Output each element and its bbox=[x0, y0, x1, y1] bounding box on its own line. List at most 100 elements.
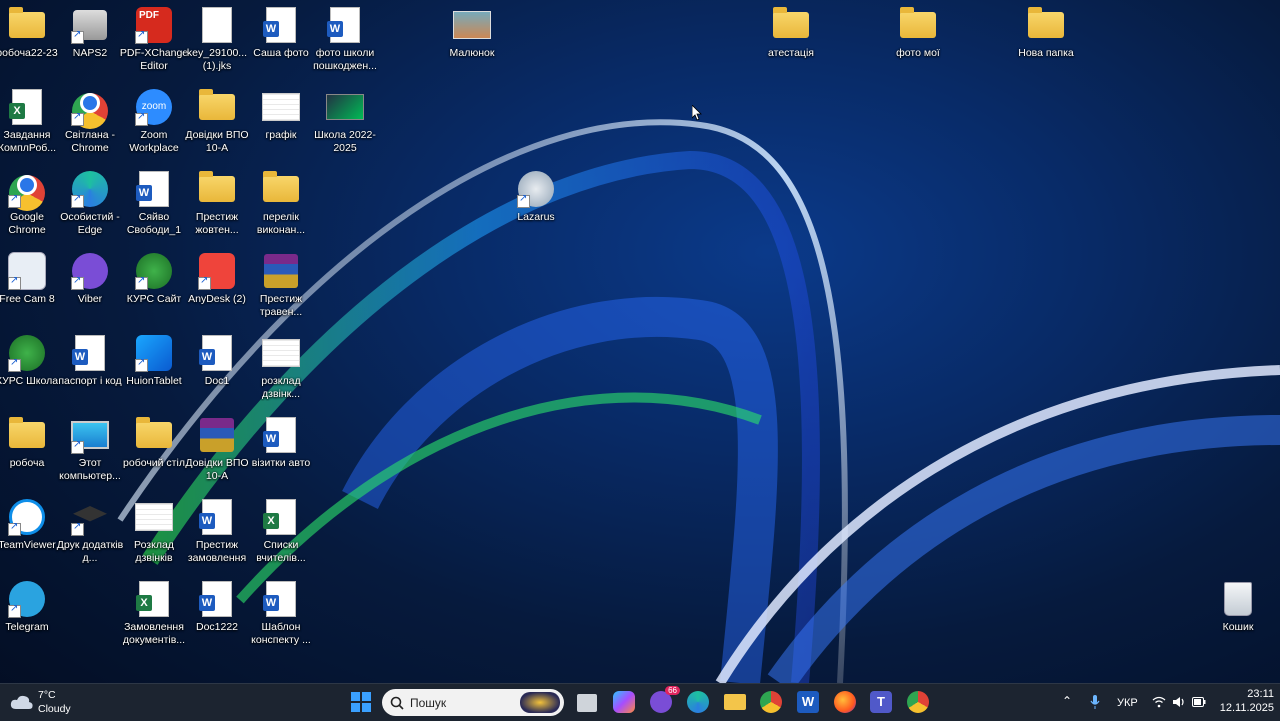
microphone-icon[interactable] bbox=[1090, 695, 1100, 710]
desktop-icon-sheet[interactable]: розклад дзвінк... bbox=[250, 334, 312, 401]
desktop-icon-folder[interactable]: робоча22-23 bbox=[0, 6, 58, 60]
desktop-icon-folder[interactable]: Довідки ВПО 10-А bbox=[185, 88, 249, 155]
copilot-icon[interactable] bbox=[613, 691, 635, 713]
file-explorer-icon[interactable] bbox=[724, 694, 746, 710]
viber-taskbar-icon[interactable]: 66 bbox=[650, 686, 680, 713]
word-icon: W bbox=[198, 498, 236, 536]
desktop-icon-image[interactable]: Малюнок bbox=[441, 6, 503, 60]
desktop-icon-telegram[interactable]: Telegram bbox=[0, 580, 58, 634]
desktop-icon-label: HuionTablet bbox=[126, 375, 182, 387]
desktop-icon-label: робочий стіл bbox=[123, 457, 185, 469]
chrome-taskbar-icon[interactable] bbox=[760, 691, 782, 713]
desktop-icon-label: Free Cam 8 bbox=[0, 293, 55, 305]
desktop-icon-folder[interactable]: робоча bbox=[0, 416, 58, 470]
desktop-icon-word[interactable]: Wпаспорт і код bbox=[58, 334, 122, 388]
edge-icon bbox=[71, 170, 109, 208]
folder-icon bbox=[772, 6, 810, 44]
folder-icon bbox=[135, 416, 173, 454]
desktop-icon-pc[interactable]: Этот компьютер... bbox=[59, 416, 121, 483]
desktop-icon-lazarus[interactable]: Lazarus bbox=[505, 170, 567, 224]
clock[interactable]: 23:11 12.11.2025 bbox=[1214, 688, 1274, 714]
anydesk-icon bbox=[198, 252, 236, 290]
desktop-icon-word[interactable]: W Сяйво Свободи_1 bbox=[123, 170, 185, 237]
folder-icon bbox=[198, 88, 236, 126]
desktop-icon-sheet[interactable]: Розклад дзвінків bbox=[123, 498, 185, 565]
desktop-icon-kurs[interactable]: КУРС Школа bbox=[0, 334, 58, 388]
teams-taskbar-icon[interactable]: T bbox=[870, 691, 892, 713]
chrome-profile-taskbar-icon[interactable] bbox=[907, 691, 929, 713]
desktop-icon-word[interactable]: W Doc1222 bbox=[186, 580, 248, 634]
desktop-icon-word[interactable]: Wвізитки авто bbox=[250, 416, 312, 470]
folder-icon bbox=[8, 416, 46, 454]
desktop-icon-label: Списки вчителів... bbox=[256, 539, 306, 564]
weather-desc: Cloudy bbox=[38, 703, 71, 715]
desktop-icon-label: AnyDesk (2) bbox=[188, 293, 246, 305]
desktop-icon-kurs[interactable]: КУРС Сайт bbox=[123, 252, 185, 306]
search-box[interactable]: Пошук bbox=[382, 689, 564, 716]
desktop-icon-pdf[interactable]: PDF PDF-XChange Editor bbox=[120, 6, 188, 73]
desktop-icon-edge[interactable]: Особистий - Edge bbox=[59, 170, 121, 237]
desktop-icon-recycle[interactable]: Кошик bbox=[1207, 580, 1269, 634]
desktop-icon-label: Lazarus bbox=[517, 211, 555, 223]
chrome-icon bbox=[71, 88, 109, 129]
kurs-icon bbox=[135, 252, 173, 290]
desktop-icon-folder[interactable]: фото мої bbox=[887, 6, 949, 60]
language-indicator[interactable]: УКР bbox=[1117, 697, 1138, 709]
desktop-icon-excel[interactable]: X Списки вчителів... bbox=[250, 498, 312, 565]
desktop-icon-freecam[interactable]: Free Cam 8 bbox=[0, 252, 58, 306]
desktop-icon-label: Завдання КомплРоб... bbox=[0, 129, 57, 154]
desktop-icon-cap[interactable]: Друк додатків д... bbox=[57, 498, 123, 565]
desktop-icon-chrome[interactable]: Світлана - Chrome bbox=[59, 88, 121, 155]
huion-icon bbox=[135, 334, 173, 372]
ppt-icon bbox=[326, 88, 364, 126]
shortcut-arrow-icon bbox=[71, 521, 84, 536]
desktop-icon-sheet[interactable]: графік bbox=[250, 88, 312, 142]
word-icon: W bbox=[262, 6, 300, 44]
folder-icon bbox=[899, 6, 937, 44]
rar-icon bbox=[198, 416, 236, 454]
desktop-icon-label: Doc1 bbox=[204, 375, 230, 387]
desktop-icon-huion[interactable]: HuionTablet bbox=[123, 334, 185, 388]
desktop-icon-folder[interactable]: перелік виконан... bbox=[250, 170, 312, 237]
desktop-icon-label: Друк додатків д... bbox=[56, 539, 124, 564]
word-taskbar-icon[interactable]: W bbox=[797, 691, 819, 713]
desktop-icon-word[interactable]: W Престиж замовлення bbox=[186, 498, 248, 565]
desktop-icon-word[interactable]: W Doc1 bbox=[186, 334, 248, 388]
desktop-icon-teamviewer[interactable]: TeamViewer bbox=[0, 498, 58, 552]
desktop-icon-label: Замовлення документів... bbox=[122, 621, 186, 646]
desktop-icon-word[interactable]: W Шаблон конспекту ... bbox=[250, 580, 312, 647]
desktop-icon-blank[interactable]: key_29100...(1).jks bbox=[186, 6, 248, 73]
desktop-icon-label: Розклад дзвінків bbox=[134, 539, 174, 564]
desktop-icon-ppt[interactable]: Школа 2022-2025 bbox=[314, 88, 376, 155]
desktop-icon-label: візитки авто bbox=[251, 457, 311, 469]
wifi-icon[interactable] bbox=[1152, 696, 1166, 708]
desktop-icon-folder[interactable]: атестація bbox=[760, 6, 822, 60]
desktop-icon-word[interactable]: W Саша фото bbox=[250, 6, 312, 60]
desktop-icon-excel[interactable]: X Замовлення документів... bbox=[123, 580, 185, 647]
volume-icon[interactable] bbox=[1172, 696, 1186, 708]
desktop-icon-excel[interactable]: X Завдання КомплРоб... bbox=[0, 88, 58, 155]
battery-icon[interactable] bbox=[1192, 697, 1206, 707]
desktop-icon-folder[interactable]: робочий стіл bbox=[123, 416, 185, 470]
weather-widget[interactable]: 7°C Cloudy bbox=[10, 689, 90, 717]
shortcut-arrow-icon bbox=[8, 521, 21, 536]
desktop-icon-anydesk[interactable]: AnyDesk (2) bbox=[186, 252, 248, 306]
shortcut-arrow-icon bbox=[71, 439, 84, 454]
desktop-icon-rar[interactable]: Довідки ВПО 10-А bbox=[185, 416, 249, 483]
desktop-icon-chrome[interactable]: Google Chrome bbox=[0, 170, 58, 237]
desktop-icon-zoom[interactable]: zoom Zoom Workplace bbox=[123, 88, 185, 155]
desktop-icon-folder[interactable]: Нова папка bbox=[1015, 6, 1077, 60]
desktop-icon-naps2[interactable]: NAPS2 bbox=[59, 6, 121, 60]
desktop-icon-word[interactable]: Wфото школи пошкоджен... bbox=[313, 6, 377, 73]
desktop-icon-rar[interactable]: Престиж травен... bbox=[250, 252, 312, 319]
start-button[interactable] bbox=[350, 691, 372, 713]
edge-taskbar-icon[interactable] bbox=[687, 691, 709, 713]
shortcut-arrow-icon bbox=[135, 275, 148, 290]
firefox-taskbar-icon[interactable] bbox=[834, 691, 856, 713]
desktop-icon-viber[interactable]: Viber bbox=[59, 252, 121, 306]
desktop-icon-folder[interactable]: Престиж жовтен... bbox=[186, 170, 248, 237]
show-hidden-icons-chevron-icon[interactable]: ⌃ bbox=[1062, 694, 1072, 708]
desktop-icon-label: Престиж травен... bbox=[259, 293, 303, 318]
task-view-icon[interactable] bbox=[577, 694, 597, 712]
desktop-icon-label: Довідки ВПО 10-А bbox=[185, 457, 249, 482]
